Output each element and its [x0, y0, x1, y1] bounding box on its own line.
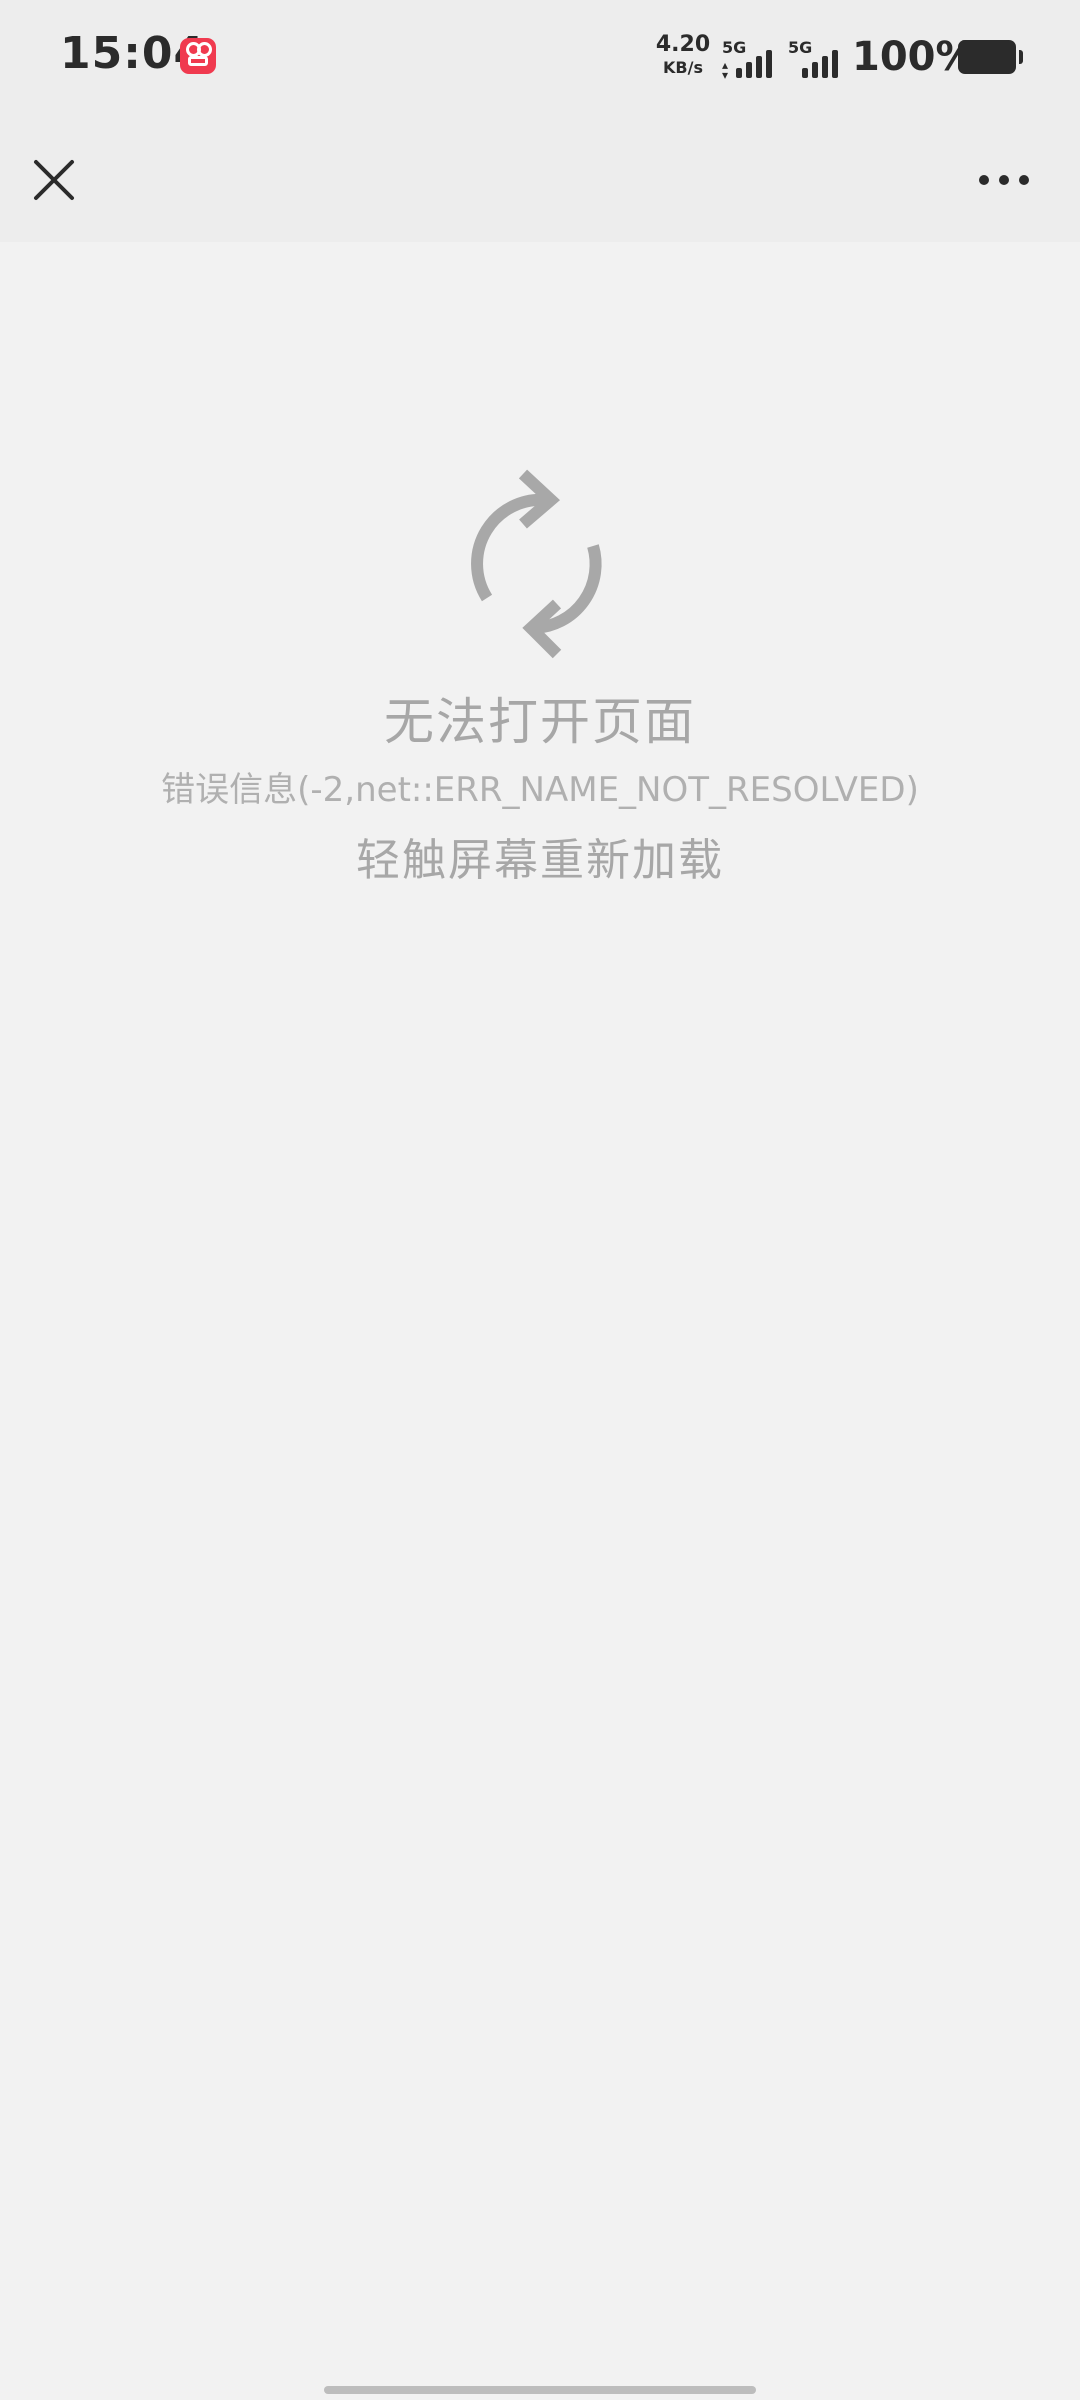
signal-sim-1: 5G ▴ ▾ — [722, 38, 780, 82]
signal-bars-icon — [736, 44, 780, 78]
signal-sim-2: 5G — [788, 38, 846, 78]
refresh-icon — [471, 469, 602, 659]
more-options-button[interactable] — [968, 144, 1040, 216]
error-detail: 错误信息(-2,net::ERR_NAME_NOT_RESOLVED) — [161, 770, 919, 810]
more-icon — [979, 175, 1029, 185]
error-title: 无法打开页面 — [384, 693, 696, 751]
reload-hint: 轻触屏幕重新加载 — [356, 835, 724, 886]
signal-bars-icon — [802, 44, 846, 78]
network-speed: 4.20 KB/s — [655, 34, 711, 76]
network-speed-value: 4.20 — [655, 32, 711, 57]
close-icon — [34, 160, 74, 200]
network-speed-unit: KB/s — [663, 58, 703, 77]
reload-tap-area[interactable]: 无法打开页面 错误信息(-2,net::ERR_NAME_NOT_RESOLVE… — [0, 242, 1080, 2400]
battery-icon — [958, 40, 1023, 74]
home-indicator[interactable] — [324, 2386, 756, 2394]
top-nav-bar — [0, 120, 1080, 242]
close-button[interactable] — [18, 144, 90, 216]
data-activity-icon: ▴ ▾ — [722, 58, 729, 82]
app-notification-icon — [180, 38, 216, 74]
status-bar: 15:04 4.20 KB/s 5G ▴ ▾ 5G 100% — [0, 0, 1080, 120]
